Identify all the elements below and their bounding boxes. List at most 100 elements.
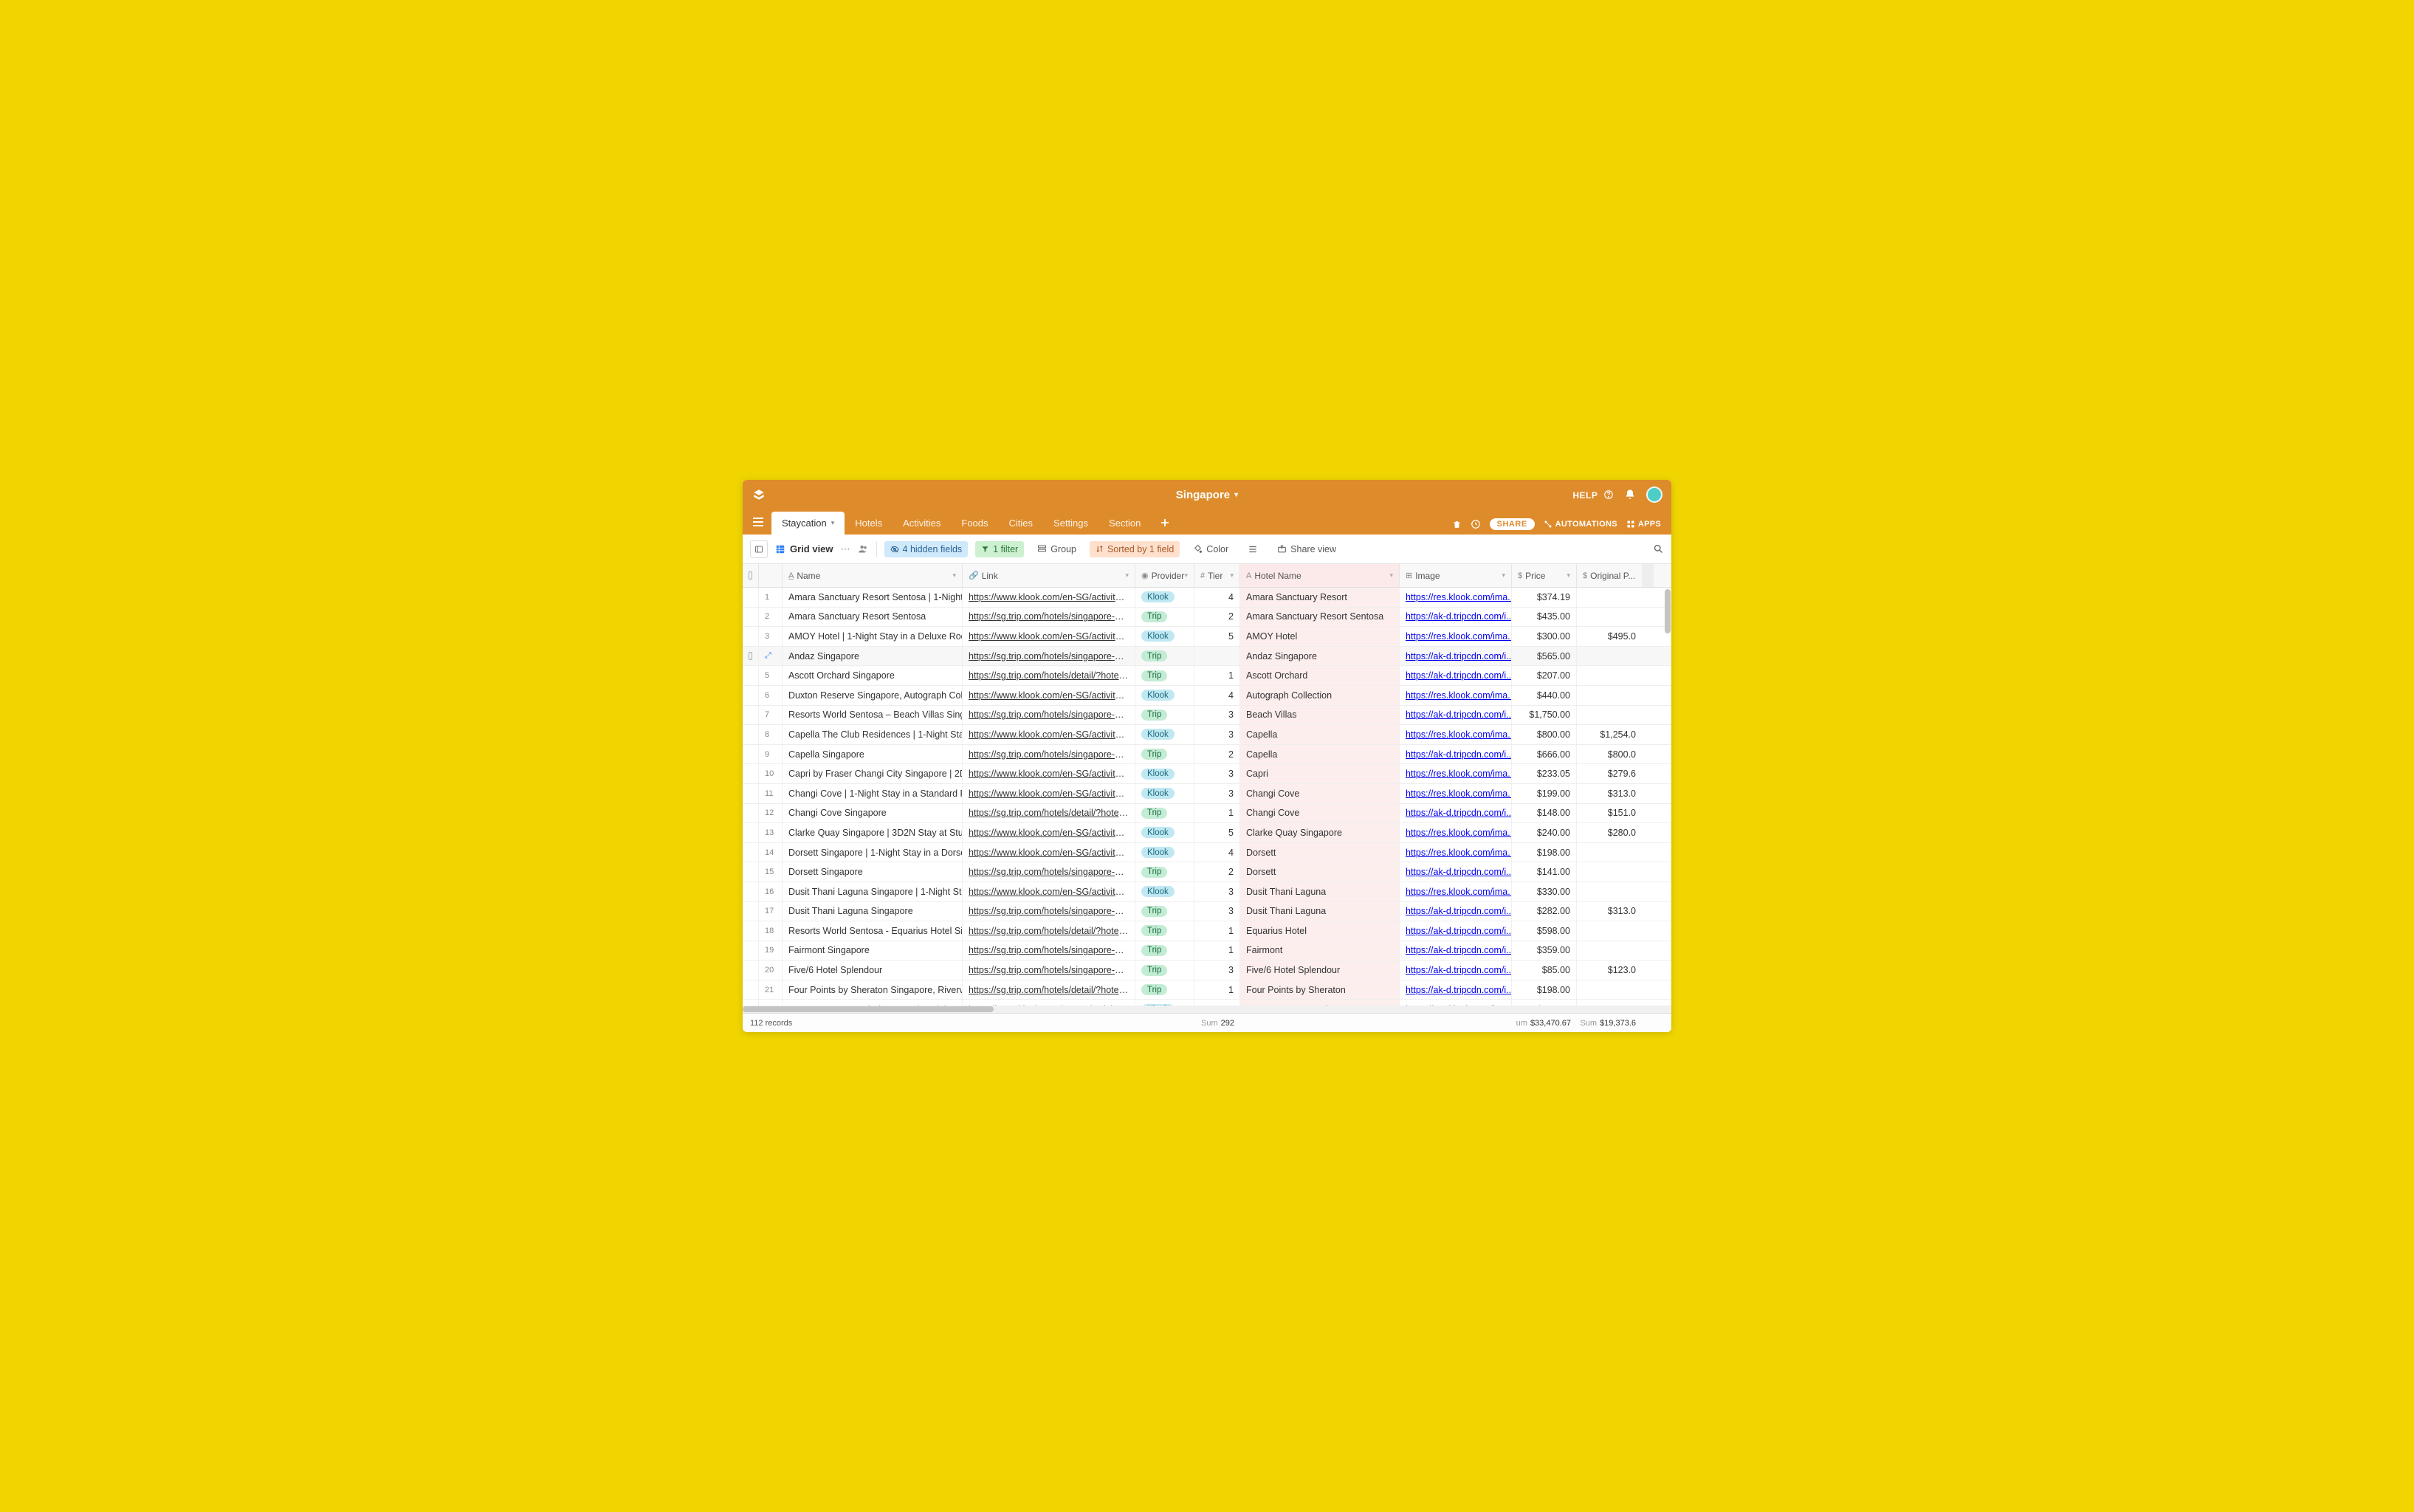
cell-original-price[interactable]: $313.0 [1577,784,1642,803]
cell-price[interactable]: $198.00 [1512,843,1577,862]
row-checkbox[interactable] [743,745,759,764]
cell-provider[interactable]: Klook [1135,627,1194,646]
cell-image[interactable]: https://res.klook.com/ima... [1400,764,1512,783]
row-checkbox[interactable] [743,941,759,961]
cell-tier[interactable]: 3 [1194,784,1240,803]
column-header-provider[interactable]: ◉Provider▾ [1135,564,1194,587]
cell-provider[interactable]: Klook [1135,1000,1194,1006]
cell-link[interactable]: https://sg.trip.com/hotels/singapore-hot… [963,647,1135,666]
group-button[interactable]: Group [1031,541,1082,557]
cell-tier[interactable]: 3 [1194,882,1240,901]
cell-tier[interactable]: 1 [1194,921,1240,941]
cell-provider[interactable]: Trip [1135,745,1194,764]
cell-name[interactable]: Four Points by Sheraton Singapore, River… [783,980,963,1000]
view-picker[interactable]: Grid view [775,543,833,554]
cell-image[interactable]: https://ak-d.tripcdn.com/i... [1400,902,1512,921]
cell-price[interactable]: $1,750.00 [1512,706,1577,725]
cell-name[interactable]: Dusit Thani Laguna Singapore [783,902,963,921]
cell-original-price[interactable] [1577,921,1642,941]
app-logo-icon[interactable] [752,487,766,502]
cell-hotel[interactable]: Four Seasons Hotel [1240,1000,1400,1006]
cell-image[interactable]: https://res.klook.com/ima... [1400,1000,1512,1006]
cell-original-price[interactable] [1577,941,1642,961]
cell-hotel[interactable]: Dusit Thani Laguna [1240,882,1400,901]
column-header-original-price[interactable]: $Original P... [1577,564,1642,587]
sidebar-toggle-icon[interactable] [750,540,768,558]
cell-hotel[interactable]: Five/6 Hotel Splendour [1240,961,1400,980]
horizontal-scrollbar[interactable] [743,1006,1671,1013]
table-row[interactable]: 10Capri by Fraser Changi City Singapore … [743,764,1671,784]
cell-tier[interactable]: 3 [1194,902,1240,921]
cell-name[interactable]: Dusit Thani Laguna Singapore | 1-Night S… [783,882,963,901]
cell-original-price[interactable] [1577,862,1642,882]
cell-link[interactable]: https://sg.trip.com/hotels/singapore-hot… [963,941,1135,961]
cell-name[interactable]: AMOY Hotel | 1-Night Stay in a Deluxe Ro… [783,627,963,646]
cell-original-price[interactable]: $151.0 [1577,804,1642,823]
cell-link[interactable]: https://www.klook.com/en-SG/activity/513… [963,764,1135,783]
history-icon[interactable] [1471,519,1481,529]
row-checkbox[interactable] [743,902,759,921]
tables-menu-icon[interactable] [749,512,768,532]
cell-original-price[interactable] [1577,843,1642,862]
cell-hotel[interactable]: Dorsett [1240,843,1400,862]
cell-price[interactable]: $520.65 [1512,1000,1577,1006]
cell-original-price[interactable]: $1,254.0 [1577,725,1642,744]
cell-tier[interactable]: 4 [1194,686,1240,705]
cell-hotel[interactable]: Autograph Collection [1240,686,1400,705]
cell-provider[interactable]: Trip [1135,980,1194,1000]
cell-price[interactable]: $199.00 [1512,784,1577,803]
cell-image[interactable]: https://res.klook.com/ima... [1400,843,1512,862]
row-checkbox[interactable] [743,921,759,941]
cell-original-price[interactable] [1577,666,1642,685]
cell-image[interactable]: https://ak-d.tripcdn.com/i... [1400,706,1512,725]
cell-provider[interactable]: Klook [1135,823,1194,842]
expand-record-icon[interactable]: ⤢ [765,651,771,661]
cell-price[interactable]: $666.00 [1512,745,1577,764]
cell-hotel[interactable]: Four Points by Sheraton [1240,980,1400,1000]
column-header-hotel[interactable]: AHotel Name▾ [1240,564,1400,587]
cell-provider[interactable]: Trip [1135,666,1194,685]
cell-name[interactable]: Capri by Fraser Changi City Singapore | … [783,764,963,783]
cell-hotel[interactable]: Dorsett [1240,862,1400,882]
cell-provider[interactable]: Klook [1135,882,1194,901]
cell-name[interactable]: Dorsett Singapore | 1-Night Stay in a Do… [783,843,963,862]
cell-image[interactable]: https://ak-d.tripcdn.com/i... [1400,862,1512,882]
cell-tier[interactable] [1194,647,1240,666]
cell-tier[interactable]: 3 [1194,961,1240,980]
cell-provider[interactable]: Klook [1135,686,1194,705]
cell-tier[interactable]: 3 [1194,1000,1240,1006]
cell-tier[interactable]: 2 [1194,862,1240,882]
cell-tier[interactable]: 3 [1194,764,1240,783]
cell-image[interactable]: https://res.klook.com/ima... [1400,686,1512,705]
row-checkbox[interactable] [743,823,759,842]
cell-name[interactable]: Resorts World Sentosa - Equarius Hotel S… [783,921,963,941]
cell-tier[interactable]: 4 [1194,843,1240,862]
row-checkbox[interactable] [743,862,759,882]
cell-price[interactable]: $282.00 [1512,902,1577,921]
cell-price[interactable]: $233.05 [1512,764,1577,783]
cell-hotel[interactable]: Fairmont [1240,941,1400,961]
cell-image[interactable]: https://res.klook.com/ima... [1400,882,1512,901]
cell-hotel[interactable]: AMOY Hotel [1240,627,1400,646]
cell-link[interactable]: https://sg.trip.com/hotels/detail/?hotel… [963,666,1135,685]
cell-image[interactable]: https://res.klook.com/ima... [1400,823,1512,842]
table-row[interactable]: 18Resorts World Sentosa - Equarius Hotel… [743,921,1671,941]
row-checkbox[interactable] [743,843,759,862]
filter-button[interactable]: 1 filter [975,541,1024,557]
cell-link[interactable]: https://www.klook.com/en-SG/activity/525… [963,588,1135,607]
cell-image[interactable]: https://ak-d.tripcdn.com/i... [1400,745,1512,764]
cell-name[interactable]: Four Seasons Hotel Singapore | 1-Night S… [783,1000,963,1006]
cell-hotel[interactable]: Ascott Orchard [1240,666,1400,685]
row-checkbox[interactable] [743,784,759,803]
cell-provider[interactable]: Trip [1135,804,1194,823]
row-checkbox[interactable] [743,764,759,783]
table-row[interactable]: 16Dusit Thani Laguna Singapore | 1-Night… [743,882,1671,902]
cell-tier[interactable]: 3 [1194,706,1240,725]
cell-link[interactable]: https://sg.trip.com/hotels/detail/?hotel… [963,921,1135,941]
row-checkbox[interactable] [743,666,759,685]
cell-image[interactable]: https://ak-d.tripcdn.com/i... [1400,666,1512,685]
cell-hotel[interactable]: Capella [1240,745,1400,764]
cell-image[interactable]: https://res.klook.com/ima... [1400,588,1512,607]
cell-provider[interactable]: Trip [1135,902,1194,921]
cell-link[interactable]: https://www.klook.com/en-SG/activity/514… [963,686,1135,705]
